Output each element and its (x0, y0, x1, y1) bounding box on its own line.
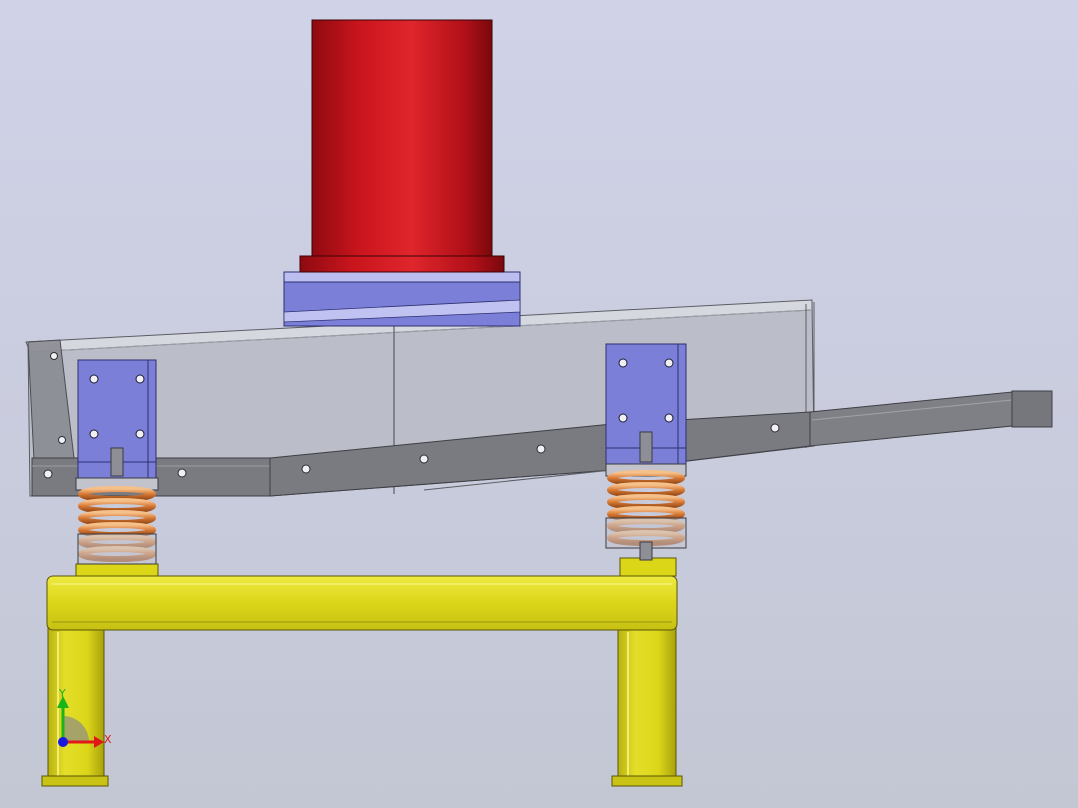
right-spring-mount[interactable] (605, 343, 687, 561)
end-plate-bolt-hole (50, 352, 58, 360)
frame-right-foot (611, 775, 683, 787)
y-axis-label: Y (58, 687, 66, 700)
bracket-bolt-hole (89, 374, 99, 384)
bracket-bolt-hole (664, 358, 674, 368)
rail-bolt-hole (43, 469, 53, 479)
end-plate-bolt-hole (58, 436, 66, 444)
vibration-motor[interactable] (299, 19, 505, 273)
spring-cap-bottom (77, 533, 157, 565)
motor-housing[interactable] (311, 19, 493, 261)
cad-3d-viewport[interactable]: Y X (0, 0, 1078, 808)
left-spring-seat (75, 563, 159, 577)
bracket-bolt-hole (618, 413, 628, 423)
rail-bolt-hole (536, 444, 546, 454)
bracket-bolt-hole (135, 429, 145, 439)
bracket-bolt-hole (618, 358, 628, 368)
spring-guide-rod (639, 541, 653, 561)
spring-guide-pin (639, 431, 653, 463)
rail-bolt-hole (419, 454, 429, 464)
rail-bolt-hole (301, 464, 311, 474)
frame-left-foot (41, 775, 109, 787)
right-spring-seat (619, 557, 677, 577)
z-axis-indicator (58, 737, 68, 747)
left-spring-mount[interactable] (75, 359, 159, 565)
rail-bolt-hole (177, 468, 187, 478)
bracket-bolt-hole (664, 413, 674, 423)
bracket-bolt-hole (135, 374, 145, 384)
x-axis-label: X (104, 733, 112, 746)
rail-bolt-hole (770, 423, 780, 433)
spout-end-cap (1011, 390, 1053, 428)
motor-mount-plate[interactable] (283, 271, 521, 327)
frame-right-leg[interactable] (617, 627, 677, 781)
spring-guide-pin (110, 447, 124, 477)
bracket-bolt-hole (89, 429, 99, 439)
frame-left-leg[interactable] (47, 627, 105, 781)
motor-flange (299, 255, 505, 273)
